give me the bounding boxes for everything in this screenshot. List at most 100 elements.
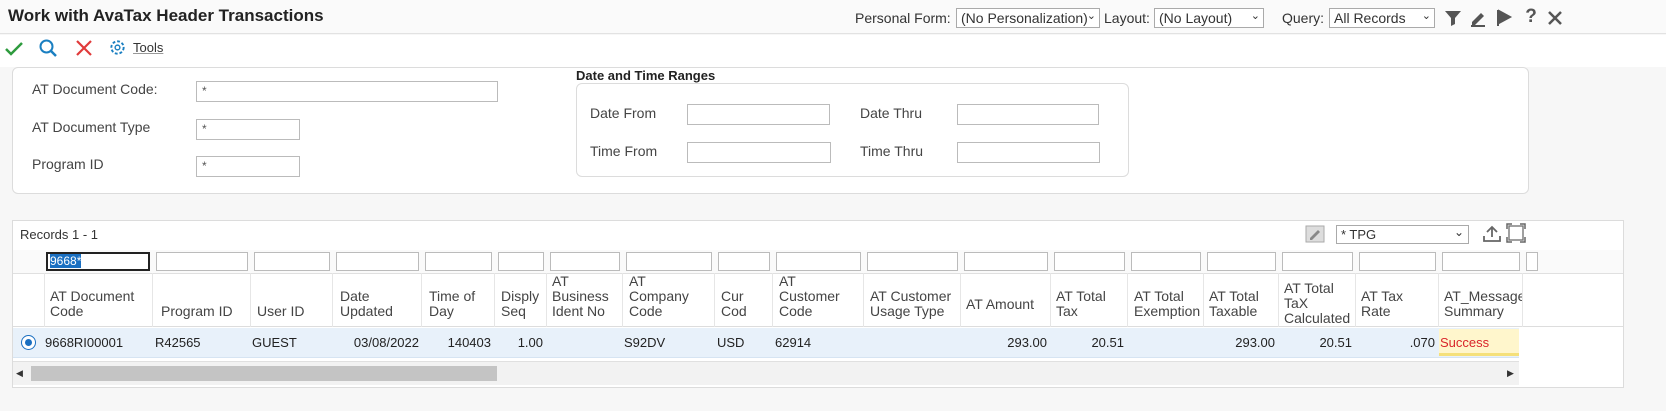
header-customer-usage[interactable]: AT Customer Usage Type <box>864 273 961 327</box>
tools-button[interactable]: Tools <box>108 38 163 57</box>
filter-total-exemption[interactable] <box>1131 252 1201 271</box>
filter-message-summary[interactable] <box>1442 252 1520 271</box>
layout-value: (No Layout) <box>1159 10 1233 26</box>
query-label: Query: <box>1282 10 1325 26</box>
header-next-col[interactable] <box>1523 273 1539 327</box>
program-id-label: Program ID <box>32 156 104 172</box>
scroll-right-icon[interactable]: ▶ <box>1507 368 1514 379</box>
date-from-label: Date From <box>590 105 657 121</box>
cell-disply-seq: 1.00 <box>517 335 543 350</box>
header-select <box>13 273 45 327</box>
records-count: Records 1 - 1 <box>20 227 99 242</box>
cell-total-tax-calculated: 20.51 <box>1319 335 1352 350</box>
cell-total-exemption <box>1128 329 1200 357</box>
cell-message-summary: Success <box>1439 329 1519 356</box>
date-thru-field[interactable] <box>957 104 1099 125</box>
grid-format-select[interactable]: * TPG ⌄ <box>1336 225 1469 244</box>
header-amount[interactable]: AT Amount <box>961 273 1051 327</box>
close-icon[interactable] <box>1545 8 1565 28</box>
personal-form-select[interactable]: (No Personalization) ⌄ <box>956 8 1100 28</box>
header-business-ident[interactable]: AT Business Ident No <box>547 273 623 327</box>
filter-business-ident[interactable] <box>550 252 620 271</box>
filter-user-id[interactable] <box>254 252 330 271</box>
header-total-tax[interactable]: AT Total Tax <box>1051 273 1128 327</box>
header-customer-code[interactable]: AT Customer Code <box>773 273 864 327</box>
cell-user-id: GUEST <box>252 335 297 350</box>
ok-check-icon[interactable] <box>4 39 24 59</box>
cancel-icon[interactable] <box>74 38 94 58</box>
time-thru-label: Time Thru <box>860 143 924 159</box>
doc-type-label: AT Document Type <box>32 119 151 135</box>
filter-date-updated[interactable] <box>336 252 419 271</box>
header-disply-seq[interactable]: Disply Seq <box>495 273 547 327</box>
header-cur-cod[interactable]: Cur Cod <box>715 273 773 327</box>
export-icon[interactable] <box>1482 225 1502 243</box>
filter-total-tax[interactable] <box>1054 252 1125 271</box>
horizontal-scrollbar[interactable]: ◀ ▶ <box>13 361 1519 385</box>
filter-doc-code[interactable]: 9668* <box>46 252 150 271</box>
header-total-taxable[interactable]: AT Total Taxable <box>1204 273 1279 327</box>
cell-cur-cod: USD <box>717 335 745 350</box>
filter-amount[interactable] <box>964 252 1048 271</box>
header-company-code[interactable]: AT Company Code <box>623 273 715 327</box>
filter-time-of-day[interactable] <box>425 252 492 271</box>
filter-cur-cod[interactable] <box>718 252 770 271</box>
date-thru-label: Date Thru <box>860 105 922 121</box>
date-ranges-heading: Date and Time Ranges <box>576 68 716 83</box>
filter-tax-rate[interactable] <box>1359 252 1436 271</box>
chevron-down-icon: ⌄ <box>1421 10 1431 22</box>
filter-customer-code[interactable] <box>776 252 861 271</box>
filter-program-id[interactable] <box>156 252 248 271</box>
header-user-id[interactable]: User ID <box>251 273 333 327</box>
grid-format-value: * TPG <box>1341 227 1377 242</box>
header-program-id[interactable]: Program ID <box>153 273 251 327</box>
program-id-field[interactable]: * <box>196 156 300 177</box>
gear-icon <box>110 40 125 55</box>
cell-total-tax: 20.51 <box>1091 335 1124 350</box>
time-from-field[interactable] <box>687 142 831 163</box>
time-thru-field[interactable] <box>957 142 1100 163</box>
scrollbar-thumb[interactable] <box>31 366 497 381</box>
tools-label: Tools <box>133 40 164 55</box>
search-icon[interactable] <box>38 38 58 58</box>
doc-type-field[interactable]: * <box>196 119 300 140</box>
personal-form-value: (No Personalization) <box>961 10 1088 26</box>
cell-date-updated: 03/08/2022 <box>353 335 419 350</box>
cell-total-taxable: 293.00 <box>1235 335 1275 350</box>
filter-total-tax-calculated[interactable] <box>1282 252 1353 271</box>
play-icon[interactable] <box>1494 8 1514 28</box>
scroll-left-icon[interactable]: ◀ <box>16 368 23 379</box>
chevron-down-icon: ⌄ <box>1086 10 1096 22</box>
query-select[interactable]: All Records ⌄ <box>1329 8 1435 28</box>
filter-customer-usage[interactable] <box>867 252 958 271</box>
header-time-of-day[interactable]: Time of Day <box>422 273 495 327</box>
header-tax-rate[interactable]: AT Tax Rate <box>1356 273 1439 327</box>
header-date-updated[interactable]: Date Updated <box>333 273 422 327</box>
grid-edit-icon[interactable] <box>1305 225 1325 243</box>
results-grid: Records 1 - 1 * TPG ⌄ 9668* AT Document … <box>12 220 1624 388</box>
expand-grid-icon[interactable] <box>1506 223 1526 243</box>
filter-icon[interactable] <box>1443 8 1463 28</box>
row-select-radio[interactable] <box>21 335 36 350</box>
cell-time-of-day: 140403 <box>447 335 491 350</box>
edit-icon[interactable] <box>1468 8 1488 28</box>
query-value: All Records <box>1334 10 1406 26</box>
cell-tax-rate: .070 <box>1409 335 1435 350</box>
header-total-exemption[interactable]: AT Total Exemption <box>1128 273 1204 327</box>
cell-program-id: R42565 <box>155 335 201 350</box>
help-icon[interactable]: ? <box>1521 6 1541 27</box>
layout-select[interactable]: (No Layout) ⌄ <box>1154 8 1264 28</box>
filter-total-taxable[interactable] <box>1207 252 1276 271</box>
date-from-field[interactable] <box>687 104 830 125</box>
header-doc-code[interactable]: AT Document Code <box>45 273 153 327</box>
header-message-summary[interactable]: AT_Message Summary <box>1439 273 1523 327</box>
doc-code-field[interactable]: * <box>196 81 498 102</box>
filter-doc-code-value: 9668* <box>50 254 82 268</box>
chevron-down-icon: ⌄ <box>1453 225 1464 239</box>
filter-disply-seq[interactable] <box>498 252 544 271</box>
time-from-label: Time From <box>590 143 658 159</box>
header-total-tax-calculated[interactable]: AT Total TaX Calculated <box>1279 273 1356 327</box>
cell-amount: 293.00 <box>1007 335 1047 350</box>
filter-next-col[interactable] <box>1526 252 1538 271</box>
filter-company-code[interactable] <box>626 252 712 271</box>
